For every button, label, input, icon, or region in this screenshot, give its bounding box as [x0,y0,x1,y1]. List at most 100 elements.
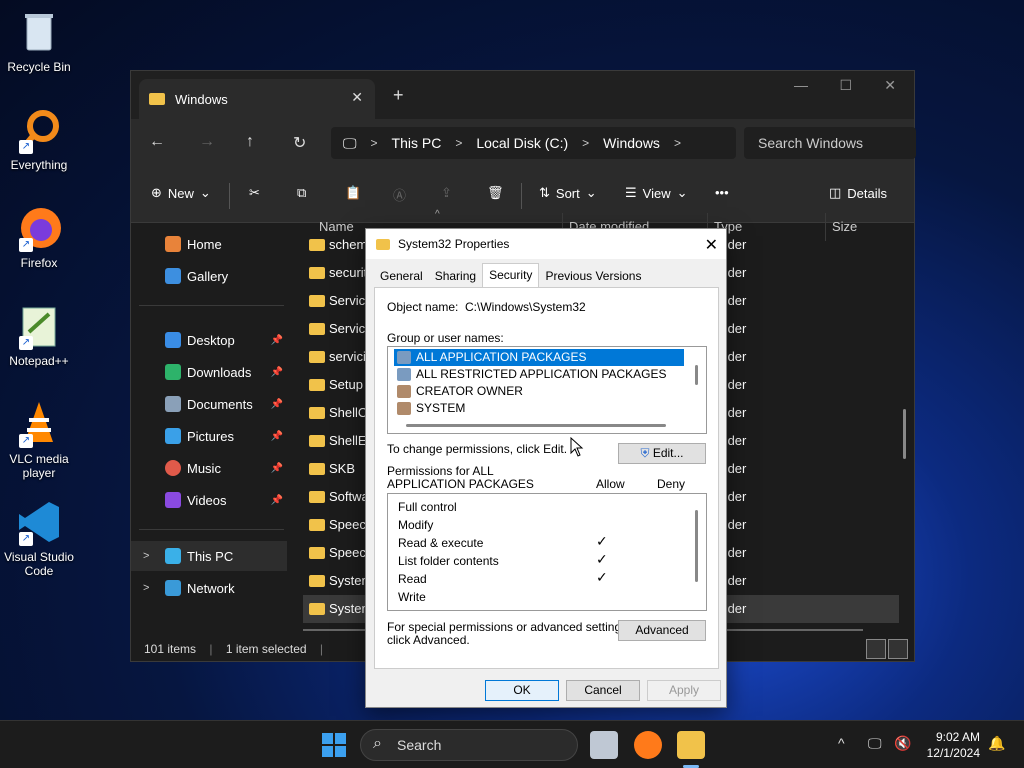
nav-item-desktop[interactable]: Desktop 📌 [131,325,287,355]
music-icon [165,460,181,476]
vertical-scrollbar[interactable] [695,365,698,385]
chevron-down-icon: ⌄ [199,185,211,200]
details-button-label: Details [847,185,888,201]
view-button[interactable]: ☰ View ⌄ [625,185,688,201]
apply-button[interactable]: Apply [647,680,721,701]
chevron-right-icon[interactable]: > [143,582,149,594]
new-tab-icon[interactable]: + [393,85,404,106]
pin-icon[interactable]: 📌 [271,399,283,410]
chevron-right-icon[interactable]: > [143,550,149,562]
vertical-scrollbar[interactable] [695,510,698,582]
user-list-item[interactable]: ALL APPLICATION PACKAGES [394,349,684,366]
user-name: ALL APPLICATION PACKAGES [416,350,587,364]
network-icon [165,580,181,596]
object-name-label: Object name: [387,300,459,314]
refresh-icon[interactable]: ↻ [293,133,306,153]
pin-icon[interactable]: 📌 [271,431,283,442]
copy-icon[interactable]: ⧉ [297,185,306,201]
volume-muted-icon[interactable]: 🔇 [894,735,911,752]
user-name: ALL RESTRICTED APPLICATION PACKAGES [416,367,667,381]
nav-item-network[interactable]: > Network [131,573,287,603]
desktop-icon-vscode[interactable]: ↗ Visual Studio Code [4,498,74,578]
network-status-icon[interactable]: 🖵 [868,735,882,752]
firefox-taskbar-icon[interactable] [634,731,662,759]
up-arrow-icon[interactable]: ↑ [246,133,254,151]
chevron-right-icon: > [370,136,378,150]
system-clock[interactable]: 9:02 AM 12/1/2024 [927,729,980,761]
rename-icon[interactable]: Ⓐ [393,185,406,204]
file-explorer-taskbar-icon[interactable] [677,731,705,759]
details-button[interactable]: ◫ Details [829,185,887,201]
cut-icon[interactable]: ✂ [249,185,260,201]
shortcut-arrow-icon: ↗ [19,532,33,546]
back-arrow-icon[interactable]: ← [149,133,165,151]
vertical-scrollbar[interactable] [903,409,906,459]
breadcrumb-local-disk[interactable]: Local Disk (C:) [476,135,568,151]
desktop-icon-vlc[interactable]: ↗ VLC media player [4,400,74,480]
nav-item-label: Pictures [187,428,234,444]
share-icon[interactable]: ⇪ [441,185,452,201]
edit-button[interactable]: ⛨ Edit... [618,443,706,464]
desktop-icon-notepad-plus-plus[interactable]: ↗ Notepad++ [4,302,74,368]
chevron-right-icon: > [455,136,463,150]
pin-icon[interactable]: 📌 [271,495,283,506]
pin-icon[interactable]: 📌 [271,335,283,346]
tab-general[interactable]: General [374,265,429,287]
tiles-view-icon[interactable] [888,639,908,659]
nav-item-label: Videos [187,492,227,508]
pin-icon[interactable]: 📌 [271,367,283,378]
nav-item-videos[interactable]: Videos 📌 [131,485,287,515]
user-list-item[interactable]: ALL RESTRICTED APPLICATION PACKAGES [394,366,684,383]
user-list-item[interactable]: CREATOR OWNER [394,383,684,400]
tab-previous-versions[interactable]: Previous Versions [539,265,647,287]
maximize-icon[interactable]: ☐ [839,77,852,94]
monitor-icon: 🖵 [343,134,357,151]
breadcrumb[interactable]: 🖵 > This PC > Local Disk (C:) > Windows … [331,127,736,159]
tab-sharing[interactable]: Sharing [429,265,482,287]
advanced-button[interactable]: Advanced [618,620,706,641]
new-button-label: New [167,185,194,201]
desktop-icon-everything[interactable]: ↗ Everything [4,106,74,172]
new-button[interactable]: ⊕ New ⌄ [151,185,211,201]
search-input[interactable]: Search Windows [744,127,916,159]
desktop-folder-icon [165,332,181,348]
chevron-up-icon[interactable]: ^ [838,735,845,751]
task-view-icon[interactable] [590,731,618,759]
nav-item-pictures[interactable]: Pictures 📌 [131,421,287,451]
desktop-icon-firefox[interactable]: ↗ Firefox [4,204,74,270]
folder-icon [376,238,390,250]
minimize-icon[interactable]: — [794,77,808,93]
horizontal-scrollbar[interactable] [406,424,666,427]
breadcrumb-windows[interactable]: Windows [603,135,660,151]
sort-button[interactable]: ⇅ Sort ⌄ [539,185,597,201]
delete-icon[interactable]: 🗑 [487,185,504,201]
notification-bell-icon[interactable]: 🔔 [988,735,1005,752]
cancel-button[interactable]: Cancel [566,680,640,701]
tab-close-icon[interactable]: ✕ [351,89,363,106]
nav-item-gallery[interactable]: Gallery [131,261,287,291]
forward-arrow-icon[interactable]: → [199,133,215,151]
dialog-close-icon[interactable]: ✕ [705,235,718,255]
desktop-icon-recycle-bin[interactable]: Recycle Bin [4,8,74,74]
close-window-icon[interactable]: ✕ [884,77,896,94]
nav-item-home[interactable]: Home [131,229,287,259]
user-list-item[interactable]: SYSTEM [394,400,684,417]
tab-security[interactable]: Security [482,263,540,287]
more-options-icon[interactable]: ••• [715,185,729,200]
explorer-tab[interactable]: Windows ✕ [139,79,375,119]
ok-button[interactable]: OK [485,680,559,701]
taskbar-search[interactable]: ⌕ Search [360,729,578,761]
permissions-for-line2: APPLICATION PACKAGES [387,477,534,491]
deny-header: Deny [657,477,686,491]
nav-item-this-pc[interactable]: > This PC [131,541,287,571]
nav-item-music[interactable]: Music 📌 [131,453,287,483]
users-icon [397,385,411,398]
folder-icon [309,575,325,587]
nav-item-downloads[interactable]: Downloads 📌 [131,357,287,387]
paste-icon[interactable]: 📋 [345,185,361,201]
pin-icon[interactable]: 📌 [271,463,283,474]
details-view-icon[interactable] [866,639,886,659]
start-windows-icon[interactable] [322,733,346,760]
nav-item-documents[interactable]: Documents 📌 [131,389,287,419]
breadcrumb-this-pc[interactable]: This PC [392,135,442,151]
